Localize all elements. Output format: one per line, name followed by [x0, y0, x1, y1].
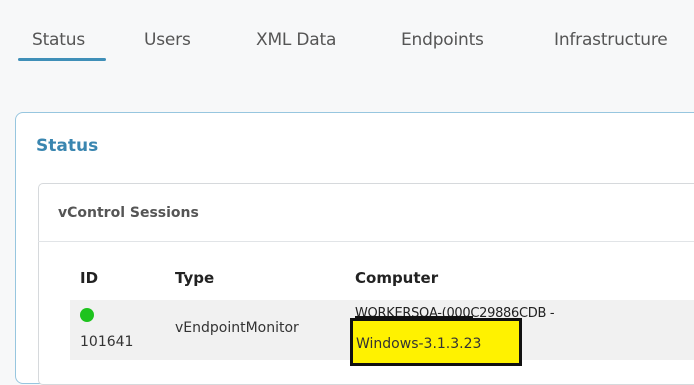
tab-bar: Status Users XML Data Endpoints Infrastr… — [0, 0, 694, 70]
card-title: vControl Sessions — [58, 205, 199, 221]
column-header-id[interactable]: ID — [80, 269, 98, 287]
column-header-computer[interactable]: Computer — [355, 269, 438, 287]
tab-xml-data[interactable]: XML Data — [256, 30, 336, 50]
tab-users[interactable]: Users — [144, 30, 191, 50]
panel-title: Status — [36, 136, 99, 156]
session-id: 101641 — [80, 334, 134, 350]
online-status-icon — [80, 308, 94, 322]
active-tab-indicator — [18, 58, 106, 61]
column-header-type[interactable]: Type — [175, 269, 214, 287]
computer-name-line2: Windows-3.1.3.23 — [356, 336, 482, 352]
tab-status[interactable]: Status — [32, 30, 85, 50]
session-type: vEndpointMonitor — [175, 320, 299, 336]
tab-infrastructure[interactable]: Infrastructure — [554, 30, 668, 50]
tab-endpoints[interactable]: Endpoints — [401, 30, 484, 50]
